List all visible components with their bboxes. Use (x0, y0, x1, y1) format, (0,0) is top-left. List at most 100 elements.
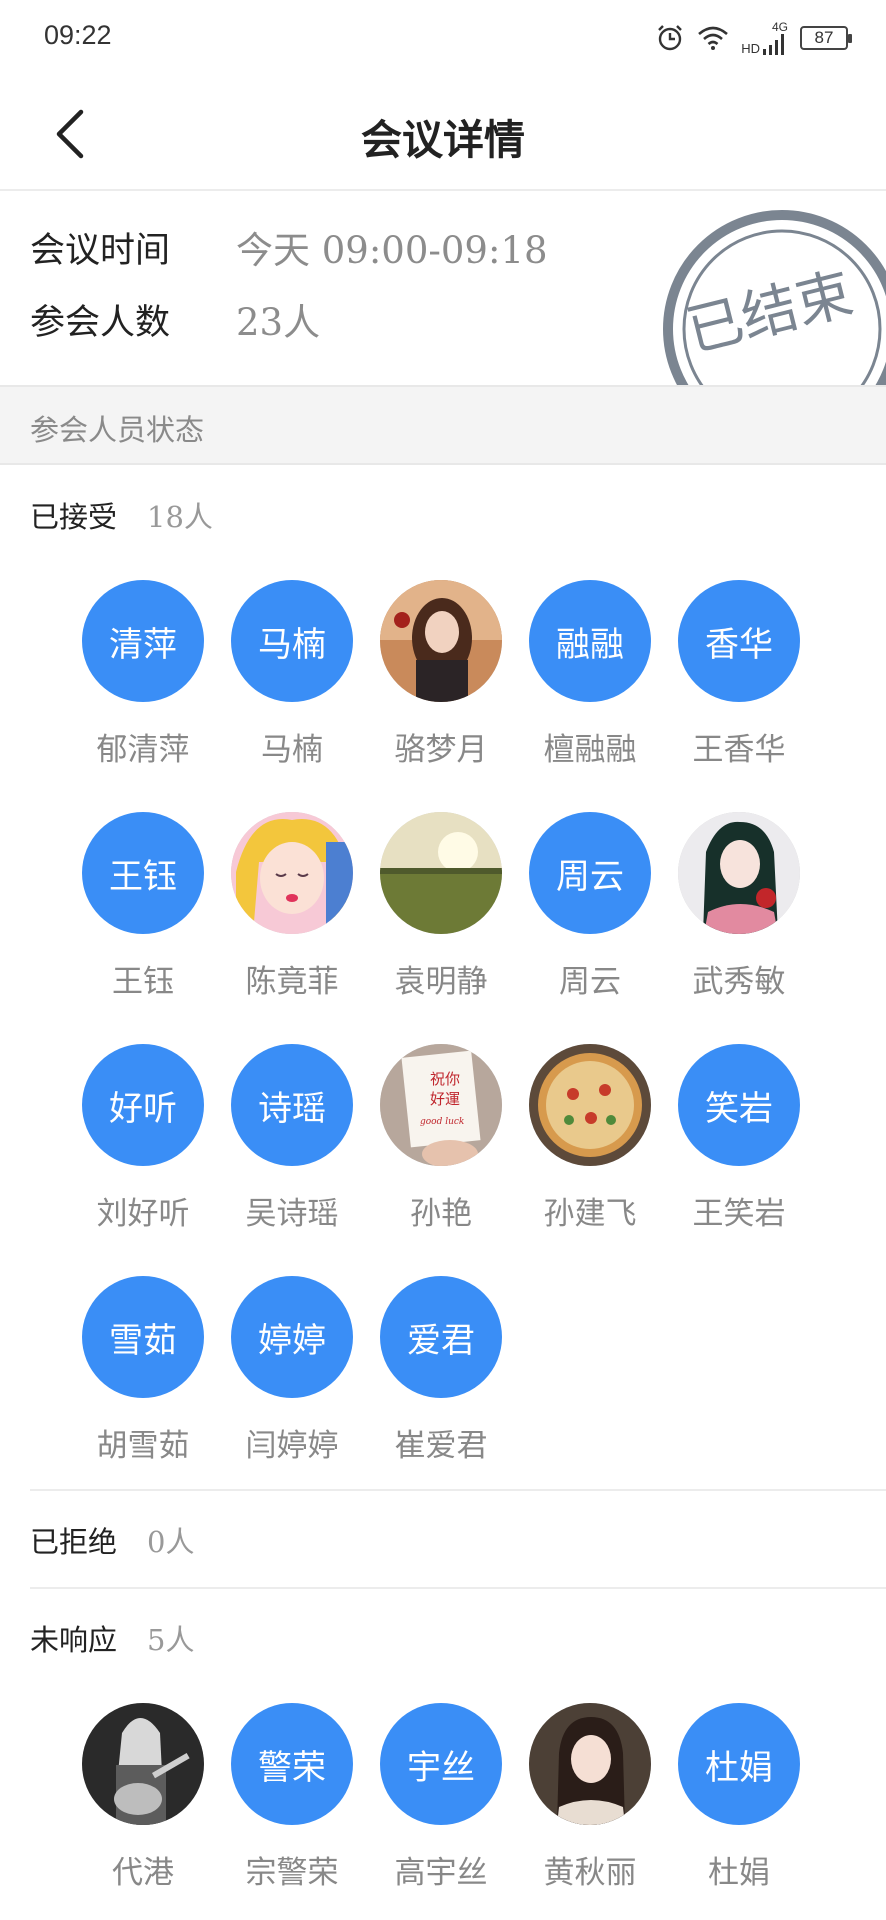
rejected-group-title[interactable]: 已拒绝 0人 (30, 1519, 194, 1561)
person-item[interactable]: 诗瑶 吴诗瑶 (231, 1044, 353, 1276)
person-name: 吴诗瑶 (245, 1196, 339, 1232)
svg-text:好運: 好運 (430, 1090, 460, 1108)
avatar[interactable]: 杜娟 (678, 1703, 800, 1825)
pizza-photo-avatar[interactable] (529, 1044, 651, 1166)
person-name: 代港 (112, 1855, 174, 1891)
network-label: 4G (771, 20, 788, 34)
person-name: 闫婷婷 (245, 1428, 339, 1464)
no-response-label: 未响应 (30, 1623, 118, 1657)
person-name: 武秀敏 (692, 964, 786, 1000)
avatar[interactable]: 警荣 (231, 1703, 353, 1825)
meeting-time-value: 今天 09:00-09:18 (236, 229, 548, 272)
person-name: 高宇丝 (394, 1855, 488, 1891)
field-photo-avatar[interactable] (380, 812, 502, 934)
person-item[interactable]: 杜娟 杜娟 (678, 1703, 800, 1920)
person-item[interactable]: 笑岩 王笑岩 (678, 1044, 800, 1276)
attendee-count-value: 23人 (236, 301, 321, 344)
person-item[interactable]: 王钰 王钰 (82, 812, 204, 1044)
person-item[interactable]: 祝你 好運 good luck 孙艳 (380, 1044, 502, 1276)
stamp-text: 已结束 (680, 261, 859, 365)
section-title: 参会人员状态 (30, 413, 205, 447)
meeting-info: 会议时间 今天 09:00-09:18 参会人数 23人 已结束 (0, 191, 886, 385)
hd-label: HD (741, 41, 760, 56)
avatar[interactable]: 王钰 (82, 812, 204, 934)
avatar[interactable]: 融融 (529, 580, 651, 702)
person-name: 马楠 (261, 732, 323, 768)
status-bar: 09:22 HD 4G 87 (0, 0, 886, 76)
rejected-label: 已拒绝 (30, 1525, 118, 1559)
no-response-people-grid: 代港 警荣 宗警荣 宇丝 高宇丝 黄秋丽 杜娟 杜娟 (82, 1703, 828, 1920)
avatar[interactable]: 清萍 (82, 580, 204, 702)
avatar[interactable]: 宇丝 (380, 1703, 502, 1825)
anime-photo-avatar[interactable] (231, 812, 353, 934)
person-item[interactable]: 雪茹 胡雪茹 (82, 1276, 204, 1508)
person-name: 崔爱君 (394, 1428, 488, 1464)
portrait-photo-avatar[interactable] (380, 580, 502, 702)
rejected-count: 0人 (147, 1525, 195, 1559)
divider (30, 1489, 886, 1491)
person-item[interactable]: 融融 檀融融 (529, 580, 651, 812)
status-icons: HD 4G 87 (655, 18, 852, 58)
card-photo-avatar[interactable]: 祝你 好運 good luck (380, 1044, 502, 1166)
avatar[interactable]: 好听 (82, 1044, 204, 1166)
person-item[interactable]: 马楠 马楠 (231, 580, 353, 812)
avatar[interactable]: 雪茹 (82, 1276, 204, 1398)
person-item[interactable]: 黄秋丽 (529, 1703, 651, 1920)
guitar-photo-avatar[interactable] (82, 1703, 204, 1825)
person-item[interactable]: 周云 周云 (529, 812, 651, 1044)
person-name: 黄秋丽 (543, 1855, 637, 1891)
illustration-photo-avatar[interactable] (678, 812, 800, 934)
avatar[interactable]: 马楠 (231, 580, 353, 702)
wifi-icon (698, 26, 729, 50)
person-item[interactable]: 代港 (82, 1703, 204, 1920)
person-name: 檀融融 (543, 732, 637, 768)
person-item[interactable]: 爱君 崔爱君 (380, 1276, 502, 1508)
person-item[interactable]: 宇丝 高宇丝 (380, 1703, 502, 1920)
svg-text:祝你: 祝你 (430, 1070, 460, 1088)
signal-icon (763, 34, 784, 55)
avatar[interactable]: 爱君 (380, 1276, 502, 1398)
person-name: 胡雪茹 (96, 1428, 190, 1464)
avatar[interactable]: 婷婷 (231, 1276, 353, 1398)
person-item[interactable]: 婷婷 闫婷婷 (231, 1276, 353, 1508)
page-title: 会议详情 (361, 116, 525, 164)
battery-indicator: 87 (800, 26, 852, 50)
no-response-count: 5人 (147, 1623, 195, 1657)
person-name: 周云 (559, 964, 621, 1000)
accepted-label: 已接受 (30, 500, 118, 534)
avatar[interactable]: 周云 (529, 812, 651, 934)
girl-photo-avatar[interactable] (529, 1703, 651, 1825)
person-item[interactable]: 陈竟菲 (231, 812, 353, 1044)
person-item[interactable]: 好听 刘好听 (82, 1044, 204, 1276)
person-name: 孙建飞 (543, 1196, 637, 1232)
person-item[interactable]: 骆梦月 (380, 580, 502, 812)
meeting-time-label: 会议时间 (30, 230, 171, 271)
person-name: 刘好听 (96, 1196, 190, 1232)
person-name: 郁清萍 (96, 732, 190, 768)
person-item[interactable]: 袁明静 (380, 812, 502, 1044)
person-name: 骆梦月 (394, 732, 488, 768)
section-header: 参会人员状态 (0, 385, 886, 465)
person-name: 陈竟菲 (245, 964, 339, 1000)
person-item[interactable]: 武秀敏 (678, 812, 800, 1044)
person-item[interactable]: 香华 王香华 (678, 580, 800, 812)
attendee-count-label: 参会人数 (30, 302, 171, 343)
person-name: 杜娟 (708, 1855, 770, 1891)
avatar[interactable]: 笑岩 (678, 1044, 800, 1166)
accepted-group-title: 已接受 18人 (30, 494, 213, 536)
person-name: 宗警荣 (245, 1855, 339, 1891)
ended-stamp: 已结束 (663, 210, 886, 385)
app-header: 会议详情 (0, 76, 886, 191)
person-item[interactable]: 孙建飞 (529, 1044, 651, 1276)
avatar[interactable]: 香华 (678, 580, 800, 702)
person-name: 王香华 (692, 732, 786, 768)
avatar[interactable]: 诗瑶 (231, 1044, 353, 1166)
alarm-icon (658, 25, 683, 51)
person-item[interactable]: 清萍 郁清萍 (82, 580, 204, 812)
divider (30, 1587, 886, 1589)
person-item[interactable]: 警荣 宗警荣 (231, 1703, 353, 1920)
meeting-time-row: 会议时间 今天 09:00-09:18 (30, 222, 548, 272)
person-name: 王钰 (112, 964, 174, 1000)
network-indicator: HD 4G (741, 21, 788, 55)
no-response-group-title: 未响应 5人 (30, 1617, 194, 1659)
